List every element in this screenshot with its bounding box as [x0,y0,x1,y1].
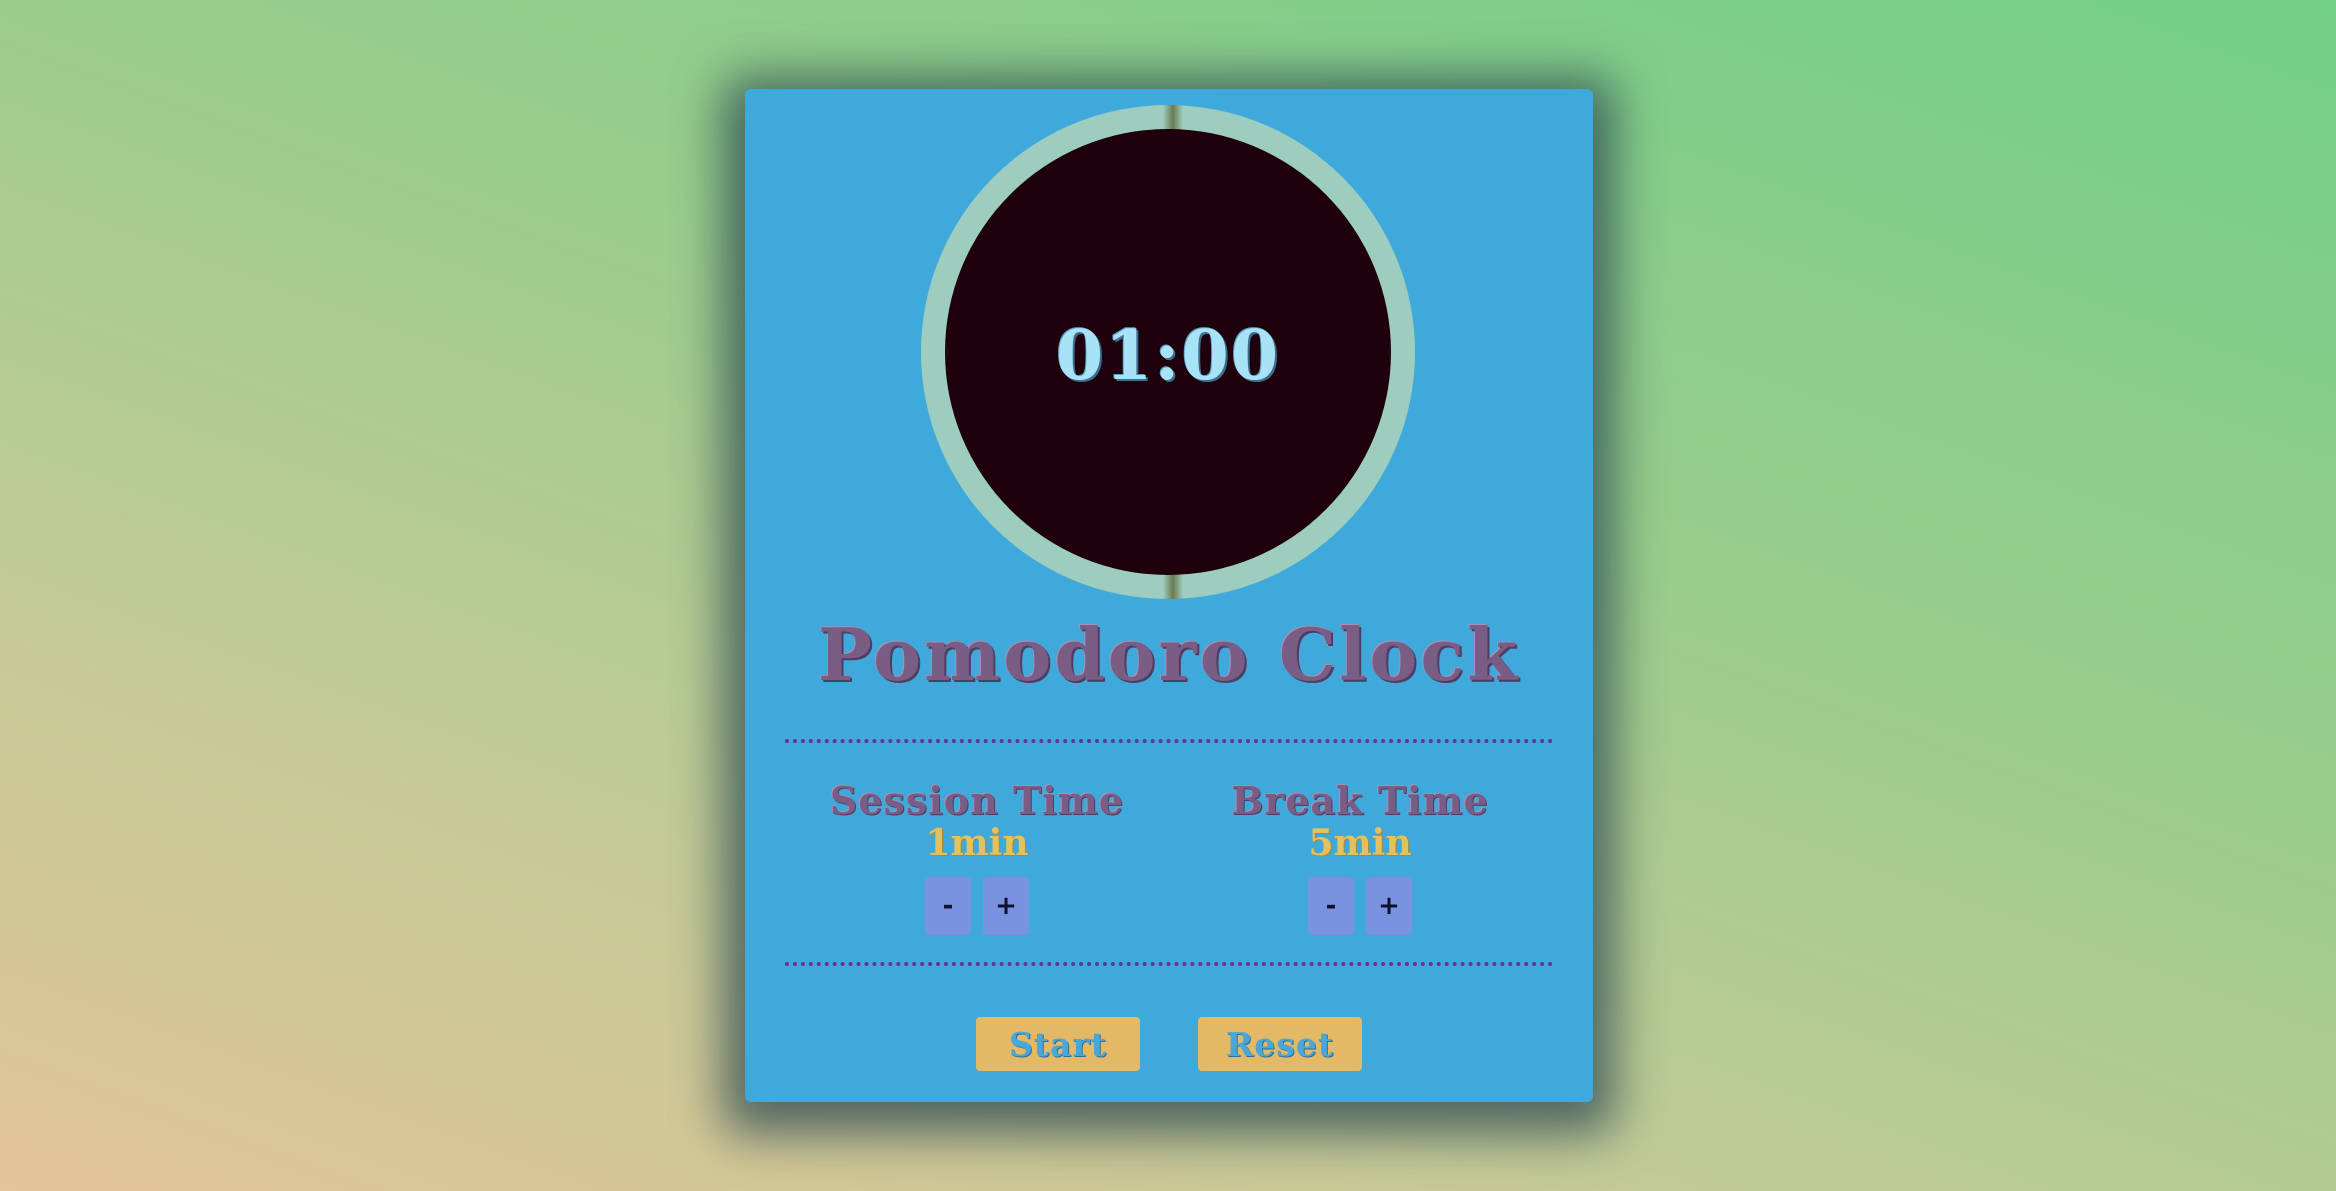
timer-ring: 01:00 [921,105,1415,599]
reset-button[interactable]: Reset [1198,1017,1362,1071]
timer-display: 01:00 [1055,316,1281,396]
break-label: Break Time [1231,778,1489,823]
break-decrement-button[interactable]: - [1308,877,1354,935]
break-setting: Break Time 5min - + [1170,779,1550,935]
session-stepper: - + [787,877,1167,935]
divider-bottom [785,962,1553,966]
session-label: Session Time [829,778,1125,823]
break-value: 5min [1308,822,1412,864]
break-stepper: - + [1170,877,1550,935]
action-bar: Start Reset [745,1017,1593,1071]
timer-face: 01:00 [945,129,1391,575]
divider-top [785,739,1553,743]
session-setting: Session Time 1min - + [787,779,1167,935]
session-increment-button[interactable]: + [983,877,1029,935]
pomodoro-card: 01:00 Pomodoro Clock Session Time 1min -… [745,89,1593,1102]
session-value: 1min [925,822,1029,864]
start-button[interactable]: Start [976,1017,1140,1071]
page-title: Pomodoro Clock [817,612,1521,697]
break-increment-button[interactable]: + [1366,877,1412,935]
session-decrement-button[interactable]: - [925,877,971,935]
